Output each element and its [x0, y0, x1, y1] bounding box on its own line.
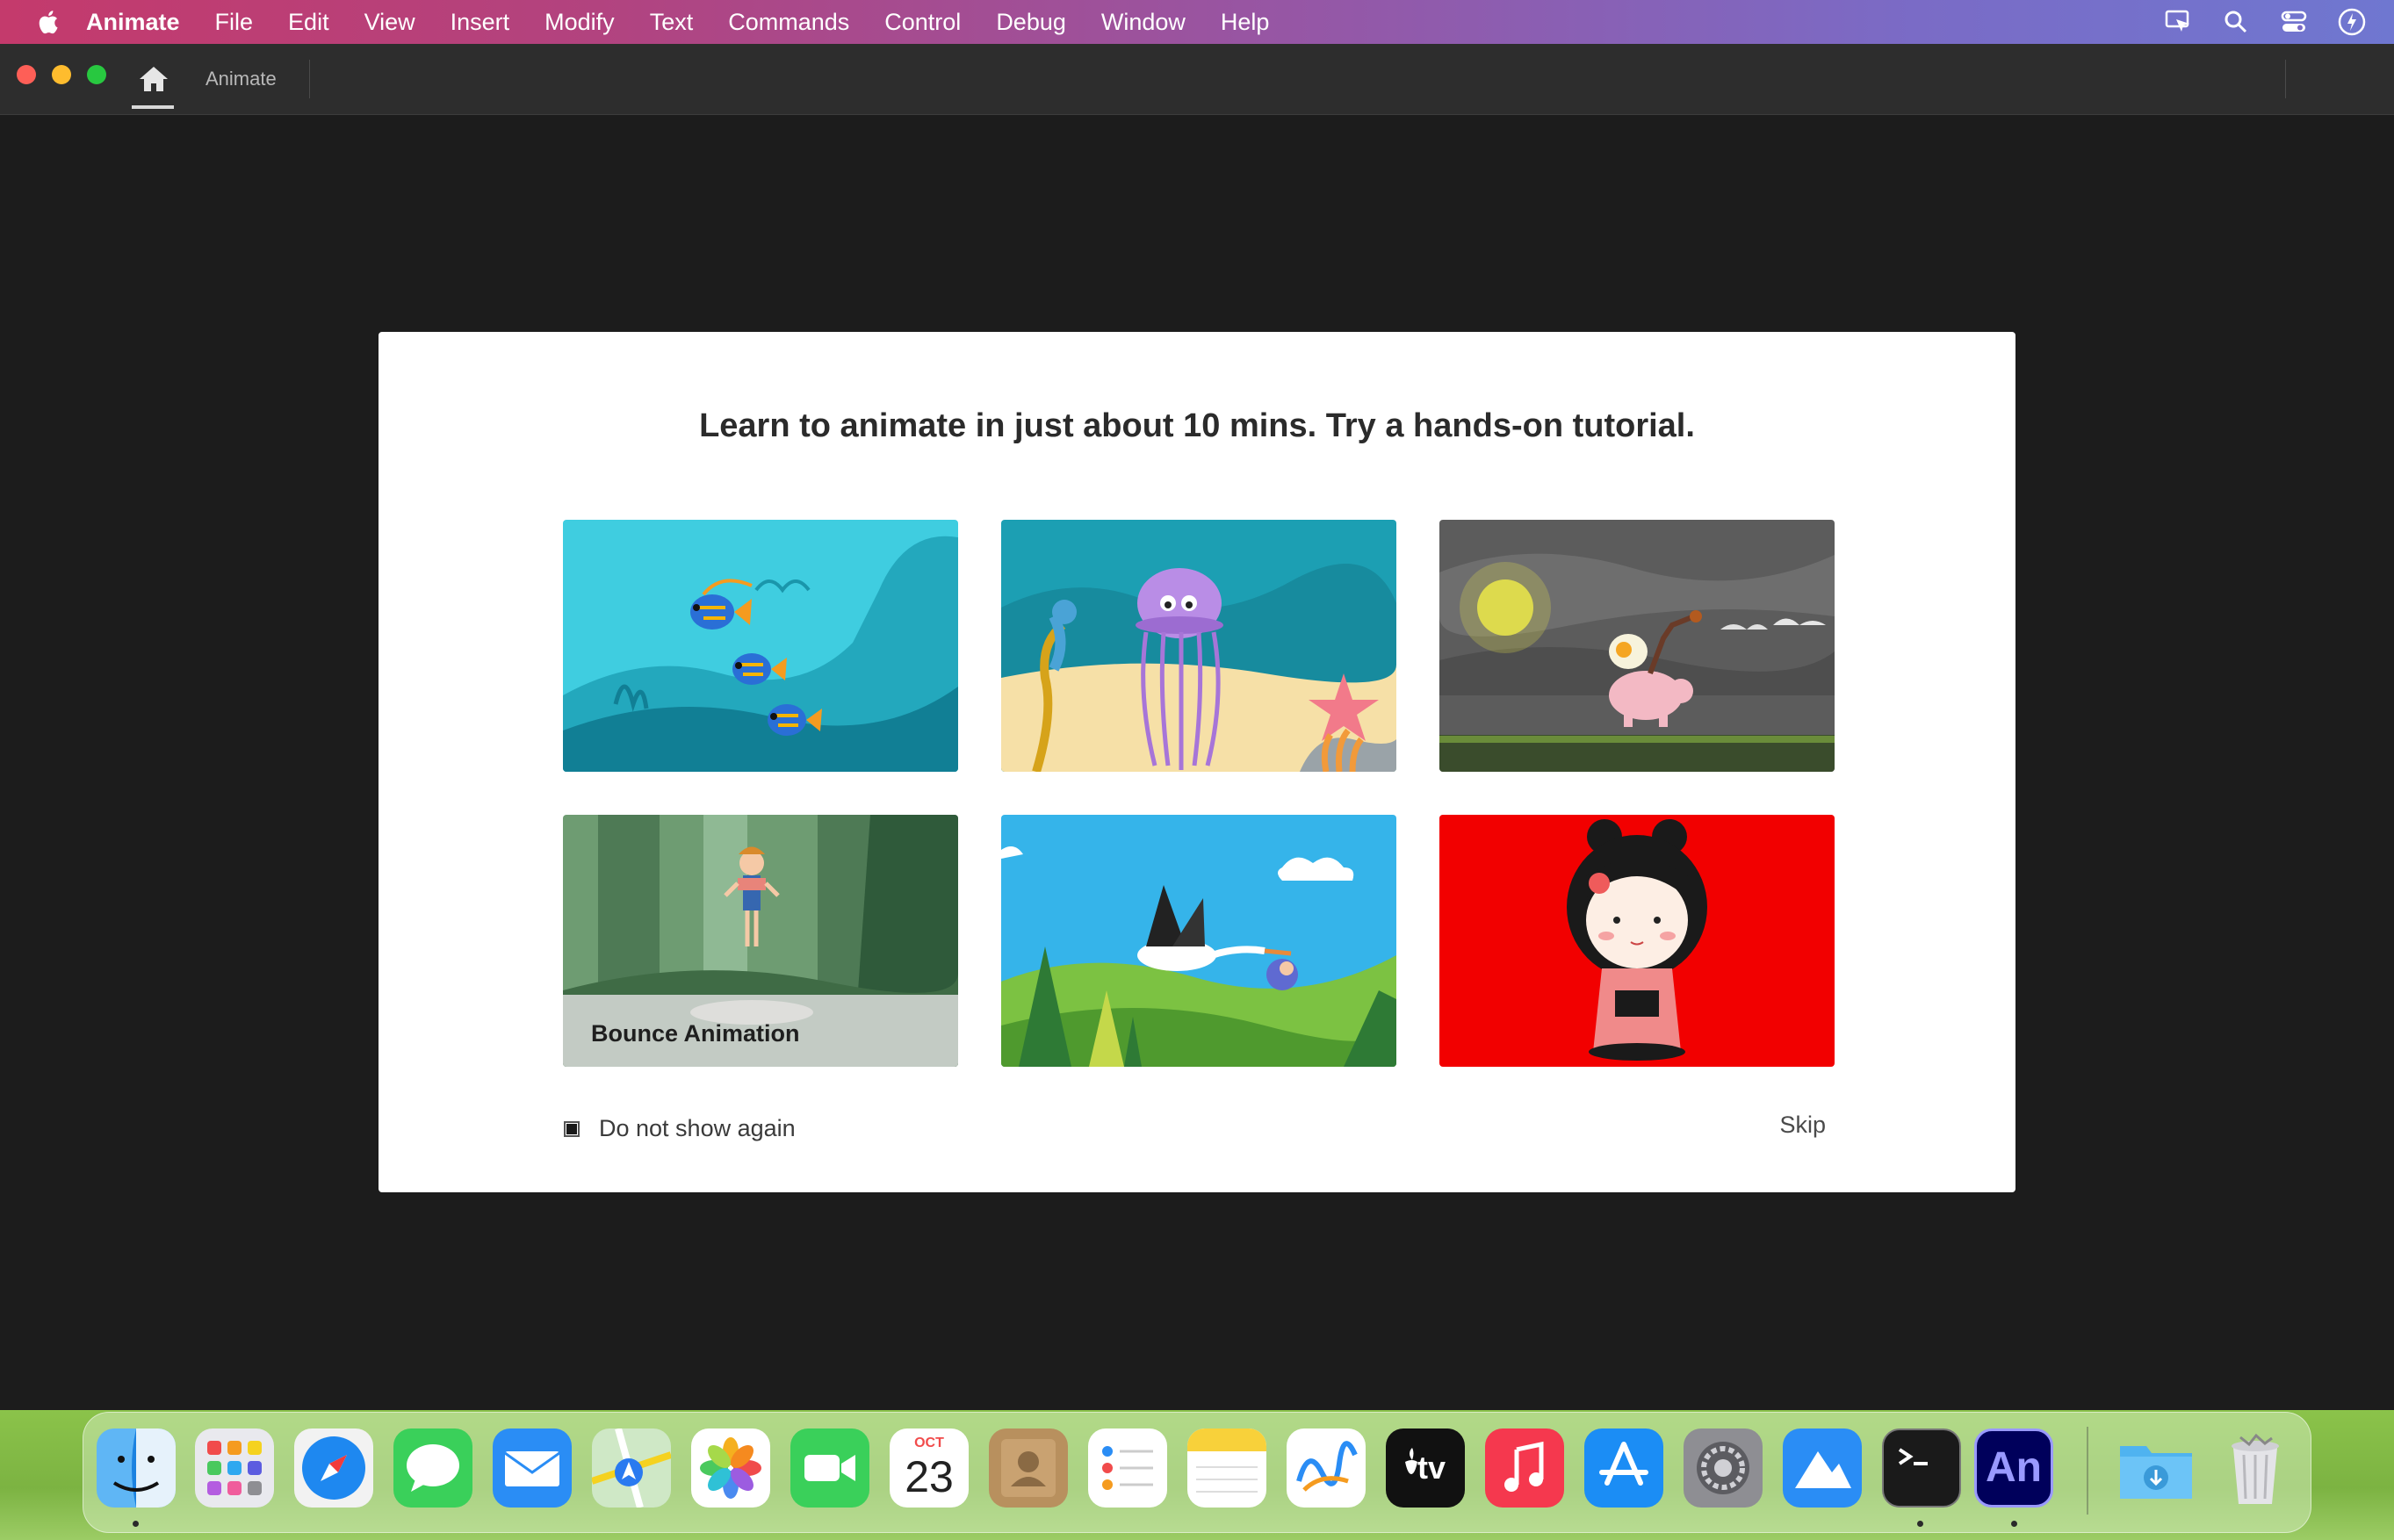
home-tab[interactable]	[132, 44, 176, 109]
menu-modify[interactable]: Modify	[544, 9, 615, 36]
calendar-day: 23	[905, 1452, 954, 1501]
dock-animate-icon[interactable]: An	[1974, 1428, 2053, 1508]
dock-reminders-icon[interactable]	[1088, 1428, 1167, 1508]
dock-maps-icon[interactable]	[592, 1428, 671, 1508]
tutorial-card-doll[interactable]	[1439, 815, 1835, 1067]
doll-scene-image	[1439, 815, 1835, 1067]
menu-app-name[interactable]: Animate	[86, 9, 180, 36]
dock-finder-icon[interactable]	[97, 1428, 176, 1508]
zoom-window-button[interactable]	[87, 65, 106, 84]
home-tab-indicator	[132, 105, 174, 109]
do-not-show-again-label[interactable]: Do not show again	[599, 1115, 796, 1142]
tab-animate[interactable]: Animate	[206, 68, 277, 90]
apple-icon[interactable]	[35, 9, 60, 35]
menu-bar: Animate File Edit View Insert Modify Tex…	[0, 0, 2394, 44]
app-title-bar	[0, 44, 2394, 115]
checkbox-mark	[566, 1123, 577, 1134]
menu-window[interactable]: Window	[1101, 9, 1186, 36]
dock-mail-icon[interactable]	[493, 1428, 572, 1508]
dock-running-indicator	[2011, 1521, 2017, 1527]
dock-messages-icon[interactable]	[393, 1428, 472, 1508]
dock-contacts-icon[interactable]	[989, 1428, 1068, 1508]
stork-scene-image	[1001, 815, 1396, 1067]
dock-terminal-icon[interactable]	[1882, 1428, 1961, 1508]
pig-rider-scene-image	[1439, 520, 1835, 772]
menu-text[interactable]: Text	[650, 9, 694, 36]
jellyfish-scene-image	[1001, 520, 1396, 772]
menu-help[interactable]: Help	[1221, 9, 1270, 36]
menubar-status-area	[2162, 0, 2394, 44]
menu-view[interactable]: View	[364, 9, 415, 36]
dock-launchpad-icon[interactable]	[195, 1428, 274, 1508]
search-icon[interactable]	[2220, 6, 2252, 38]
screen-mirror-icon[interactable]	[2162, 6, 2194, 38]
minimize-window-button[interactable]	[52, 65, 71, 84]
calendar-month: OCT	[914, 1436, 944, 1450]
do-not-show-again-row[interactable]: Do not show again	[564, 1115, 796, 1142]
dock-trash-icon[interactable]	[2216, 1428, 2295, 1508]
dock-app-store-icon[interactable]	[1584, 1428, 1663, 1508]
dock-tv-icon[interactable]: tv	[1386, 1428, 1465, 1508]
menu-commands[interactable]: Commands	[728, 9, 849, 36]
dock-system-settings-icon[interactable]	[1684, 1428, 1763, 1508]
dock-calendar-icon[interactable]: OCT 23	[890, 1428, 969, 1508]
card-caption-bounce-animation: Bounce Animation	[591, 1020, 800, 1047]
menu-file[interactable]: File	[215, 9, 254, 36]
menu-control[interactable]: Control	[884, 9, 961, 36]
tutorial-card-bounce-animation[interactable]: Bounce Animation	[563, 815, 958, 1067]
dock-downloads-folder-icon[interactable]	[2116, 1428, 2196, 1508]
tab-divider-right	[2285, 60, 2286, 98]
tutorial-card-pig-rider[interactable]	[1439, 520, 1835, 772]
tutorial-card-stork[interactable]	[1001, 815, 1396, 1067]
home-icon	[140, 67, 168, 91]
menu-debug[interactable]: Debug	[996, 9, 1066, 36]
siri-icon[interactable]	[2336, 6, 2368, 38]
dock-facetime-icon[interactable]	[790, 1428, 869, 1508]
menu-edit[interactable]: Edit	[288, 9, 329, 36]
dock-separator	[2087, 1427, 2088, 1515]
dock-running-indicator	[1917, 1521, 1923, 1527]
animate-logo-text: An	[1986, 1444, 2042, 1491]
tv-label: tv	[1417, 1450, 1446, 1486]
fish-scene-image	[563, 520, 958, 772]
dock-running-indicator	[133, 1521, 139, 1527]
dock-instruments-icon[interactable]	[1783, 1428, 1862, 1508]
tutorial-dialog: Learn to animate in just about 10 mins. …	[379, 332, 2015, 1192]
dock-photos-icon[interactable]	[691, 1428, 770, 1508]
control-center-icon[interactable]	[2278, 6, 2310, 38]
dialog-headline: Learn to animate in just about 10 mins. …	[699, 407, 1695, 444]
tutorial-card-fish[interactable]	[563, 520, 958, 772]
close-window-button[interactable]	[17, 65, 36, 84]
dock-notes-icon[interactable]	[1187, 1428, 1266, 1508]
tab-divider	[309, 60, 310, 98]
dock-freeform-icon[interactable]	[1287, 1428, 1366, 1508]
dock-music-icon[interactable]	[1485, 1428, 1564, 1508]
do-not-show-again-checkbox[interactable]	[564, 1120, 580, 1137]
dock-safari-icon[interactable]	[294, 1428, 373, 1508]
skip-button[interactable]: Skip	[1779, 1112, 1826, 1139]
menu-insert[interactable]: Insert	[451, 9, 510, 36]
tutorial-card-jellyfish[interactable]	[1001, 520, 1396, 772]
